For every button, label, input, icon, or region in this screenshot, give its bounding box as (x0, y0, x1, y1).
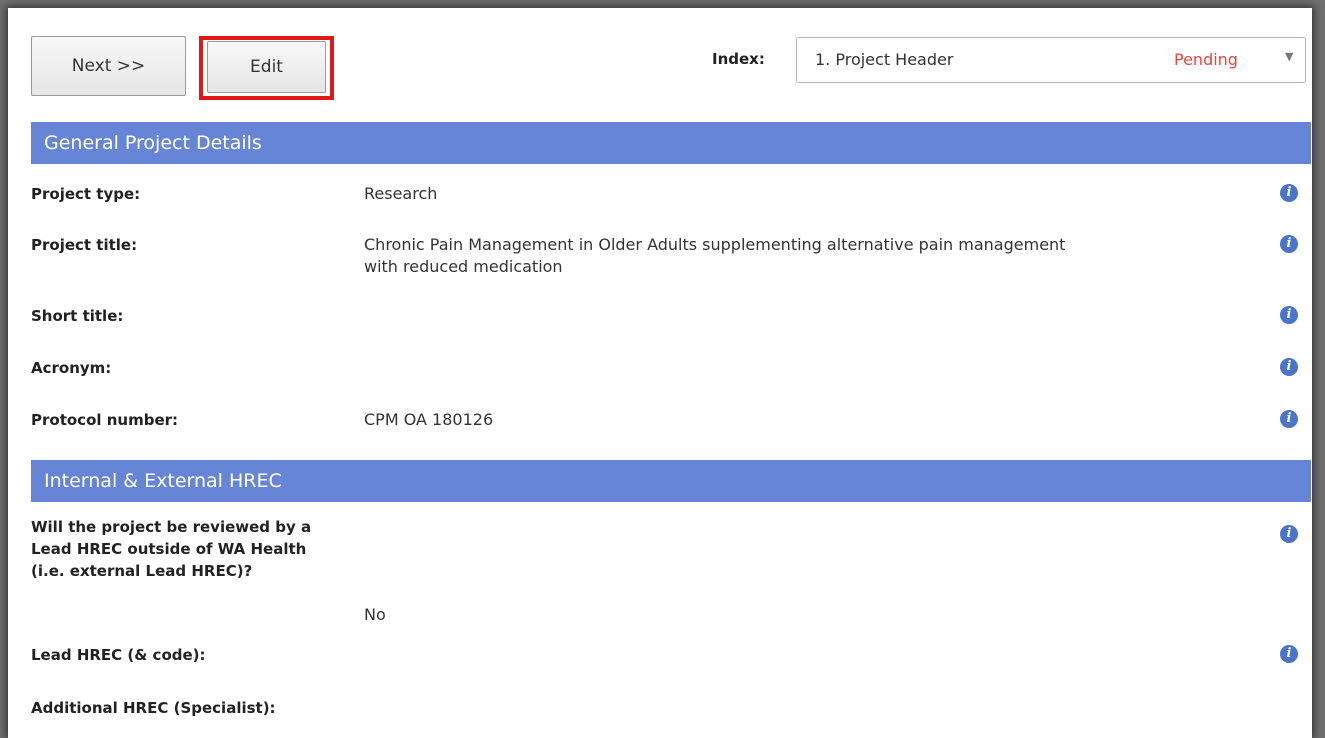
section-header-general: General Project Details (31, 122, 1311, 164)
index-dropdown[interactable]: 1. Project Header Pending ▼ (796, 37, 1306, 83)
field-label: Short title: (31, 307, 124, 325)
field-label: Protocol number: (31, 411, 179, 429)
section-header-hrec: Internal & External HREC (31, 460, 1311, 502)
info-icon[interactable]: i (1280, 645, 1298, 663)
chevron-down-icon[interactable]: ▼ (1285, 50, 1293, 63)
field-value: No (364, 605, 386, 624)
info-icon[interactable]: i (1280, 306, 1298, 324)
field-label: Additional HREC (Specialist): (31, 699, 276, 717)
field-label: Acronym: (31, 359, 112, 377)
field-value: CPM OA 180126 (364, 410, 494, 429)
section-title: Internal & External HREC (44, 470, 282, 492)
index-status-badge: Pending (1174, 50, 1238, 69)
section-title: General Project Details (44, 132, 262, 154)
info-icon[interactable]: i (1280, 184, 1298, 202)
edit-button[interactable]: Edit (207, 41, 326, 93)
index-selected-value: 1. Project Header (815, 50, 954, 69)
project-form-panel: Next >> Edit Index: 1. Project Header Pe… (8, 8, 1312, 738)
field-label: Lead HREC (& code): (31, 646, 206, 664)
info-icon[interactable]: i (1280, 410, 1298, 428)
next-button[interactable]: Next >> (31, 36, 186, 96)
field-value: Chronic Pain Management in Older Adults … (364, 235, 1066, 276)
info-icon[interactable]: i (1280, 235, 1298, 253)
info-icon[interactable]: i (1280, 525, 1298, 543)
field-value: Research (364, 184, 438, 203)
field-label: Will the project be reviewed by a Lead H… (31, 518, 312, 580)
info-icon[interactable]: i (1280, 358, 1298, 376)
field-label: Project title: (31, 236, 138, 254)
field-label: Project type: (31, 185, 141, 203)
index-label: Index: (712, 50, 765, 68)
